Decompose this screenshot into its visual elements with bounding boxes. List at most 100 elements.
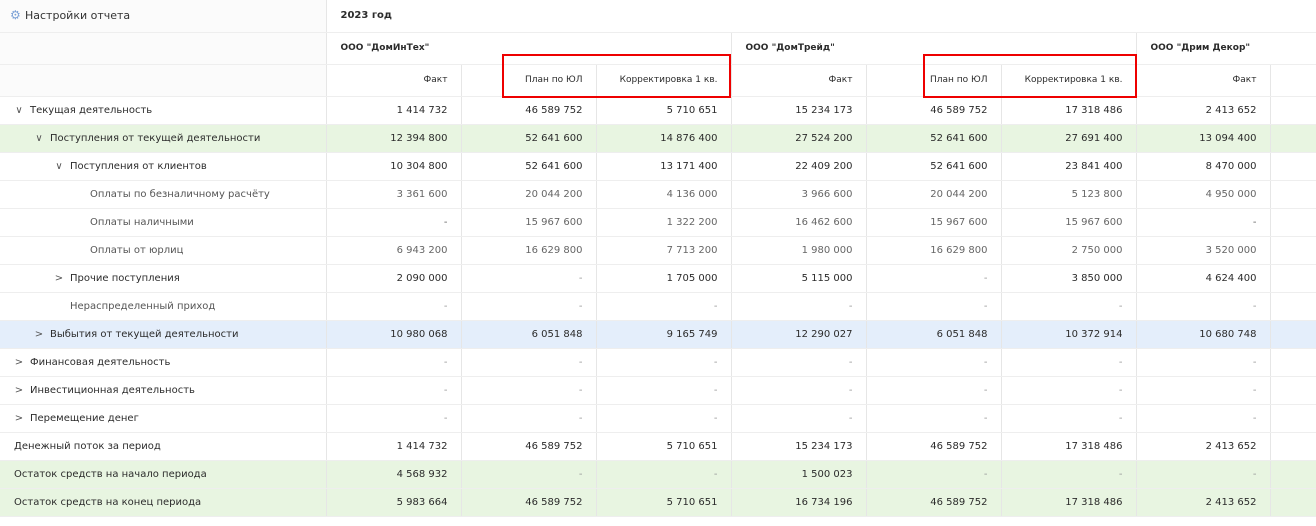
value-cell: 15 967 600 <box>865 208 1001 237</box>
row-label-cell: Денежный поток за период <box>0 432 326 461</box>
value-cell: - <box>1135 292 1270 321</box>
row-label-cell: > Финансовая деятельность <box>0 348 326 377</box>
value-cell: 1 705 000 <box>595 264 731 293</box>
value-cell: - <box>460 264 596 293</box>
row-closing-balance[interactable]: Остаток средств на конец периода 5 983 66… <box>0 488 1316 517</box>
row-client-inflows[interactable]: ∨ Поступления от клиентов 10 304 800 52 641… <box>0 152 1316 181</box>
value-cell: 10 372 914 <box>1000 320 1136 349</box>
row-label-cell: Оплаты от юрлиц <box>0 236 326 265</box>
value-cell: 16 629 800 <box>460 236 596 265</box>
row-operating-inflows[interactable]: ∨ Поступления от текущей деятельности 12 3… <box>0 124 1316 153</box>
value-cell: - <box>1135 404 1270 433</box>
row-operating-outflows[interactable]: > Выбытия от текущей деятельности 10 980 0… <box>0 320 1316 349</box>
highlight-box <box>923 54 1137 98</box>
settings-cell[interactable]: ⚙ Настройки отчета <box>0 0 326 33</box>
row-unallocated-income[interactable]: Нераспределенный приход - - - - - - - <box>0 292 1316 321</box>
row-label-cell: Нераспределенный приход <box>0 292 326 321</box>
chevron-right-icon[interactable]: > <box>14 357 24 368</box>
value-cell: - <box>460 404 596 433</box>
value-cell: 10 680 748 <box>1135 320 1270 349</box>
empty-cell <box>1269 124 1316 153</box>
value-cell: 5 123 800 <box>1000 180 1136 209</box>
row-cashless-payments[interactable]: Оплаты по безналичному расчёту 3 361 600 2… <box>0 180 1316 209</box>
value-cell: - <box>1000 404 1136 433</box>
value-cell: - <box>595 376 731 405</box>
value-cell: - <box>460 460 596 489</box>
chevron-right-icon[interactable]: > <box>34 329 44 340</box>
empty-cell <box>1269 320 1316 349</box>
row-opening-balance[interactable]: Остаток средств на начало периода 4 568 9… <box>0 460 1316 489</box>
value-cell: - <box>865 376 1001 405</box>
row-investment-activity[interactable]: > Инвестиционная деятельность - - - - - - - <box>0 376 1316 405</box>
empty-cell <box>1269 208 1316 237</box>
value-cell: 27 691 400 <box>1000 124 1136 153</box>
value-cell: 5 710 651 <box>595 432 731 461</box>
row-label: Денежный поток за период <box>14 440 161 452</box>
value-cell: 15 967 600 <box>460 208 596 237</box>
value-cell: - <box>325 208 461 237</box>
value-cell: 16 734 196 <box>730 488 866 517</box>
row-label-cell: Остаток средств на начало периода <box>0 460 326 489</box>
value-cell: 1 414 732 <box>325 96 461 125</box>
value-cell: 15 234 173 <box>730 96 866 125</box>
empty-cell <box>1269 432 1316 461</box>
value-cell: 16 629 800 <box>865 236 1001 265</box>
value-cell: 2 750 000 <box>1000 236 1136 265</box>
value-cell: - <box>730 404 866 433</box>
row-period-cashflow[interactable]: Денежный поток за период 1 414 732 46 589 … <box>0 432 1316 461</box>
value-cell: - <box>1135 348 1270 377</box>
value-cell: 17 318 486 <box>1000 96 1136 125</box>
value-cell: - <box>865 404 1001 433</box>
empty-cell <box>1269 152 1316 181</box>
row-other-inflows[interactable]: > Прочие поступления 2 090 000-1 705 000 5 … <box>0 264 1316 293</box>
value-cell: - <box>1000 460 1136 489</box>
value-cell: - <box>595 348 731 377</box>
column-header[interactable]: Факт <box>1135 64 1270 97</box>
row-label: Нераспределенный приход <box>70 300 216 312</box>
row-label: Инвестиционная деятельность <box>30 384 195 396</box>
row-cash-payments[interactable]: Оплаты наличными -15 967 600 1 322 200 16 4… <box>0 208 1316 237</box>
chevron-right-icon[interactable]: > <box>14 385 24 396</box>
chevron-down-icon[interactable]: ∨ <box>54 161 64 172</box>
empty-cell <box>1269 376 1316 405</box>
empty-cell <box>1269 488 1316 517</box>
blank-header-cell <box>0 64 326 97</box>
empty-cell <box>1269 404 1316 433</box>
chevron-right-icon[interactable]: > <box>54 273 64 284</box>
row-label-cell: ∨ Поступления от текущей деятельности <box>0 124 326 153</box>
row-label: Выбытия от текущей деятельности <box>50 328 239 340</box>
value-cell: - <box>865 348 1001 377</box>
report-view: ⚙ Настройки отчета 2023 год ООО "ДомИнТе… <box>0 0 1316 526</box>
column-header[interactable]: Факт <box>325 64 461 97</box>
row-label: Перемещение денег <box>30 412 139 424</box>
value-cell: - <box>325 376 461 405</box>
empty-cell <box>1269 292 1316 321</box>
row-operating-activity[interactable]: ∨ Текущая деятельность 1 414 732 46 589 752… <box>0 96 1316 125</box>
value-cell: - <box>595 404 731 433</box>
value-cell: - <box>1135 208 1270 237</box>
value-cell: - <box>325 404 461 433</box>
value-cell: 12 394 800 <box>325 124 461 153</box>
value-cell: 16 462 600 <box>730 208 866 237</box>
value-cell: 9 165 749 <box>595 320 731 349</box>
value-cell: 46 589 752 <box>460 488 596 517</box>
row-financial-activity[interactable]: > Финансовая деятельность - - - - - - - <box>0 348 1316 377</box>
value-cell: 1 322 200 <box>595 208 731 237</box>
value-cell: 52 641 600 <box>460 152 596 181</box>
chevron-down-icon[interactable]: ∨ <box>14 105 24 116</box>
chevron-down-icon[interactable]: ∨ <box>34 133 44 144</box>
value-cell: 15 234 173 <box>730 432 866 461</box>
row-money-transfer[interactable]: > Перемещение денег - - - - - - - <box>0 404 1316 433</box>
gear-icon: ⚙ <box>10 8 21 23</box>
column-header[interactable]: Факт <box>730 64 866 97</box>
blank-header-cell <box>0 32 326 65</box>
value-cell: 2 413 652 <box>1135 96 1270 125</box>
chevron-right-icon[interactable]: > <box>14 413 24 424</box>
row-legal-entity-payments[interactable]: Оплаты от юрлиц 6 943 200 16 629 800 7 713 … <box>0 236 1316 265</box>
row-label-cell: ∨ Поступления от клиентов <box>0 152 326 181</box>
blank-header-cell <box>1269 64 1316 97</box>
row-label-cell: ∨ Текущая деятельность <box>0 96 326 125</box>
empty-cell <box>1269 348 1316 377</box>
highlight-box <box>502 54 731 98</box>
row-label: Остаток средств на конец периода <box>14 496 202 508</box>
